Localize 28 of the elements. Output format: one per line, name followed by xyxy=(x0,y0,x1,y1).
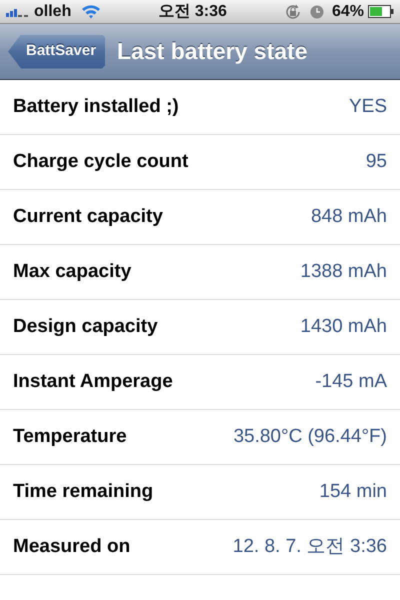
rotation-lock-icon xyxy=(284,2,302,20)
row-value: -145 mA xyxy=(315,370,387,394)
row-label: Battery installed ;) xyxy=(13,94,179,119)
row-label: Current capacity xyxy=(13,204,163,229)
row-label: Design capacity xyxy=(13,314,158,339)
row-label: Temperature xyxy=(13,424,127,449)
signal-icon xyxy=(6,6,30,16)
screen-title: Last battery state xyxy=(117,37,308,66)
row-value: 95 xyxy=(366,150,387,174)
row-value: 12. 8. 7. 오전 3:36 xyxy=(232,534,387,559)
battery-icon xyxy=(368,5,394,18)
row-label: Max capacity xyxy=(13,260,132,284)
row-label: Instant Amperage xyxy=(13,370,173,394)
back-button[interactable]: BattSaver xyxy=(8,34,106,68)
row-label: Measured on xyxy=(13,534,130,559)
wifi-icon xyxy=(81,4,102,19)
row-value: 1388 mAh xyxy=(300,260,387,284)
row-value: 35.80°C (96.44°F) xyxy=(233,424,387,449)
row-label: Charge cycle count xyxy=(13,150,188,174)
row-value: 848 mAh xyxy=(310,204,387,229)
clock-icon xyxy=(310,4,324,18)
row-value: 154 min xyxy=(319,480,387,504)
status-time: 오전 3:36 xyxy=(158,2,227,22)
row-value: YES xyxy=(348,94,387,119)
battery-percent: 64% xyxy=(332,2,364,22)
row-label: Time remaining xyxy=(13,480,154,504)
row-value: 1430 mAh xyxy=(300,314,387,339)
carrier-name: olleh xyxy=(34,2,72,22)
